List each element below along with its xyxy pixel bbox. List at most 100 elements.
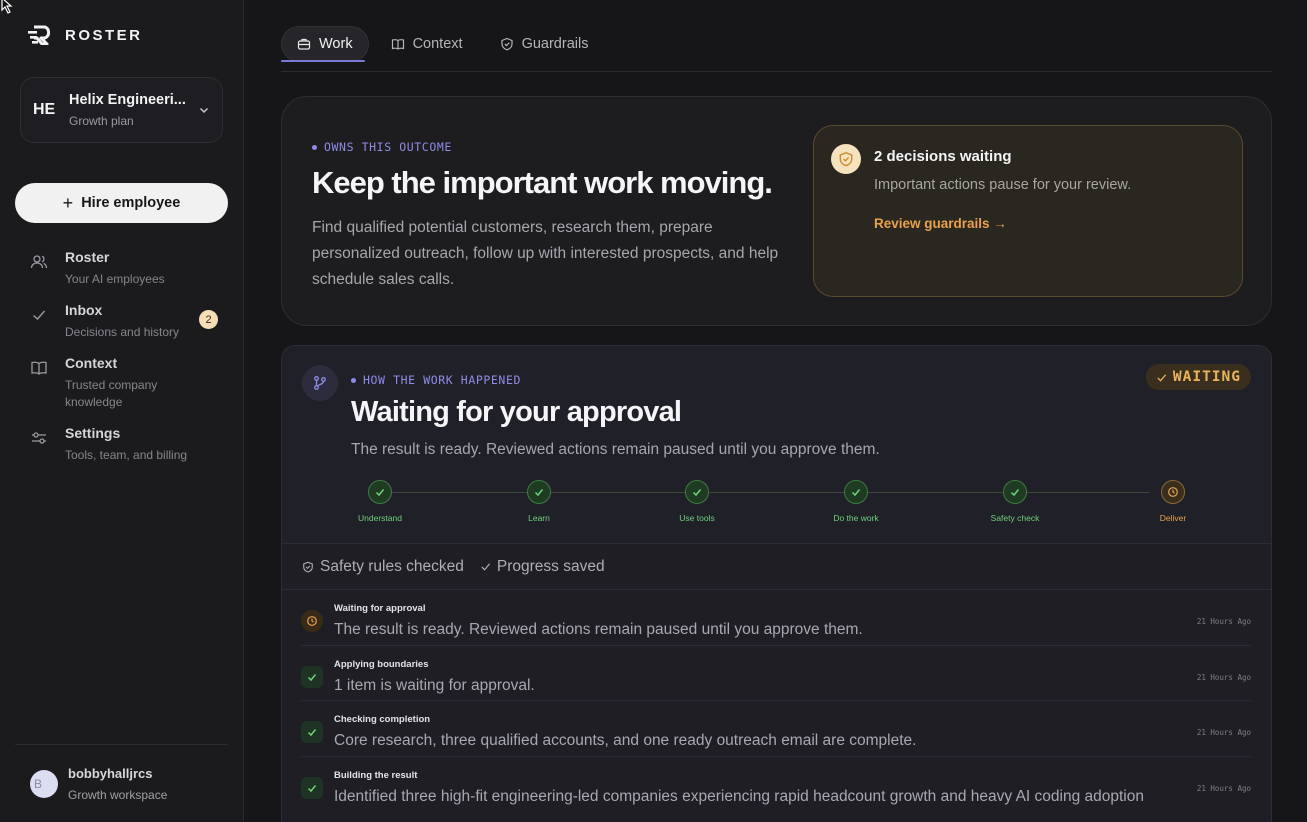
brand[interactable]: ROSTER	[27, 24, 228, 46]
progress-steps: Understand Learn Use tools Do the work S…	[356, 480, 1186, 530]
sidebar-item-subtitle: Tools, team, and billing	[65, 448, 188, 462]
active-tab-indicator	[281, 60, 365, 62]
sidebar-item-roster[interactable]: Roster Your AI employees	[15, 249, 228, 288]
eyebrow-dot	[351, 377, 356, 383]
step-understand: Understand	[340, 480, 420, 523]
outcome-title: Keep the important work moving.	[312, 165, 773, 200]
activity-log: Waiting for approval The result is ready…	[282, 590, 1271, 812]
sidebar-item-subtitle: Trusted company knowledge	[65, 378, 158, 409]
tab-label: Guardrails	[521, 36, 589, 52]
work-title: Waiting for your approval	[351, 396, 682, 428]
check-icon	[1003, 480, 1027, 504]
log-item-title: Applying boundaries	[334, 658, 429, 670]
list-item[interactable]: Waiting for approval The result is ready…	[301, 590, 1251, 646]
roster-logo-icon	[28, 25, 51, 45]
list-item[interactable]: Building the result Identified three hig…	[301, 757, 1251, 813]
tab-guardrails[interactable]: Guardrails	[485, 26, 604, 62]
step-learn: Learn	[499, 480, 579, 523]
check-icon	[301, 665, 323, 688]
check-icon	[481, 563, 490, 571]
plus-icon: +	[62, 193, 74, 213]
log-item-time: 21 Hours Ago	[1196, 672, 1251, 682]
sidebar-nav: Roster Your AI employees Inbox Decisions…	[15, 249, 228, 464]
list-item[interactable]: Applying boundaries 1 item is waiting fo…	[301, 646, 1251, 701]
step-do-the-work: Do the work	[816, 480, 896, 523]
check-icon	[1157, 373, 1167, 382]
log-item-title: Building the result	[334, 769, 418, 781]
workspace-plan: Growth plan	[69, 114, 134, 128]
log-item-title: Waiting for approval	[334, 603, 426, 614]
work-subtitle: The result is ready. Reviewed actions re…	[351, 441, 880, 458]
log-item-time: 21 Hours Ago	[1196, 617, 1251, 626]
check-icon	[33, 310, 46, 320]
user-profile[interactable]: B bobbyhalljrcs Growth workspace	[30, 766, 167, 802]
work-timeline-card: HOW THE WORK HAPPENED Waiting for your a…	[281, 345, 1272, 822]
step-safety-check: Safety check	[975, 480, 1055, 523]
status-badge-label: WAITING	[1172, 369, 1241, 385]
inbox-count-badge: 2	[199, 310, 218, 329]
workspace-name: Helix Engineeri...	[69, 92, 186, 108]
log-item-text: Identified three high-fit engineering-le…	[334, 787, 1144, 805]
sliders-icon	[32, 432, 46, 444]
safety-status-label: Safety rules checked	[320, 557, 464, 575]
brand-name: ROSTER	[65, 26, 143, 44]
sidebar-item-title: Roster	[65, 249, 110, 265]
check-icon	[685, 480, 709, 504]
shield-icon	[831, 144, 861, 174]
clock-icon	[301, 610, 323, 632]
status-badge: WAITING	[1145, 364, 1251, 390]
work-status-bar: Safety rules checked Progress saved	[282, 544, 1271, 590]
tab-label: Context	[412, 36, 463, 52]
log-item-time: 21 Hours Ago	[1196, 783, 1251, 793]
sidebar-item-title: Settings	[65, 425, 121, 441]
progress-status-label: Progress saved	[496, 557, 605, 575]
decisions-waiting-card: 2 decisions waiting Important actions pa…	[813, 125, 1243, 297]
step-label: Understand	[358, 513, 402, 523]
review-guardrails-link[interactable]: Review guardrails →	[874, 216, 1007, 231]
check-icon	[301, 776, 323, 799]
check-icon	[368, 480, 392, 504]
workspace-switcher[interactable]: HE Helix Engineeri... Growth plan	[20, 77, 223, 143]
work-eyebrow: HOW THE WORK HAPPENED	[351, 373, 521, 387]
tab-label: Work	[319, 36, 353, 52]
work-header: HOW THE WORK HAPPENED Waiting for your a…	[282, 346, 1271, 544]
sidebar-item-title: Context	[65, 355, 118, 371]
avatar: B	[30, 770, 58, 798]
list-item[interactable]: Checking completion Core research, three…	[301, 701, 1251, 757]
user-workspace: Growth workspace	[68, 788, 168, 802]
tab-work[interactable]: Work	[281, 26, 369, 62]
app-root: ROSTER HE Helix Engineeri... Growth plan…	[0, 0, 1307, 822]
outcome-eyebrow: OWNS THIS OUTCOME	[312, 140, 452, 154]
decisions-subtitle: Important actions pause for your review.	[874, 177, 1132, 193]
eyebrow-dot	[312, 144, 317, 150]
outcome-description: Find qualified potential customers, rese…	[312, 219, 779, 288]
git-branch-icon	[302, 365, 338, 401]
log-item-time: 21 Hours Ago	[1196, 728, 1251, 737]
check-icon	[527, 480, 551, 504]
users-icon	[30, 255, 48, 269]
shield-icon	[303, 561, 313, 573]
hire-employee-button[interactable]: + Hire employee	[15, 183, 228, 223]
progress-status: Progress saved	[480, 558, 605, 576]
tab-bar: Work Context Guardrails	[281, 26, 1272, 72]
sidebar-item-title: Inbox	[65, 302, 103, 318]
sidebar-item-inbox[interactable]: Inbox Decisions and history 2	[15, 302, 228, 341]
sidebar-item-subtitle: Decisions and history	[65, 325, 180, 339]
check-icon	[301, 721, 323, 743]
tab-context[interactable]: Context	[376, 26, 478, 62]
sidebar-item-context[interactable]: Context Trusted company knowledge	[15, 355, 228, 411]
step-label: Do the work	[833, 513, 879, 523]
briefcase-icon	[297, 38, 311, 50]
log-item-text: 1 item is waiting for approval.	[334, 676, 535, 694]
step-label: Use tools	[679, 513, 715, 523]
check-icon	[844, 480, 868, 504]
step-label: Deliver	[1159, 513, 1187, 523]
sidebar-divider	[15, 744, 228, 745]
user-name: bobbyhalljrcs	[68, 766, 153, 781]
sidebar-item-settings[interactable]: Settings Tools, team, and billing	[15, 425, 228, 464]
decisions-title: 2 decisions waiting	[874, 148, 1012, 165]
book-icon	[391, 39, 404, 50]
workspace-initials: HE	[33, 101, 56, 118]
shield-icon	[500, 37, 513, 51]
eyebrow-label: HOW THE WORK HAPPENED	[363, 373, 521, 387]
